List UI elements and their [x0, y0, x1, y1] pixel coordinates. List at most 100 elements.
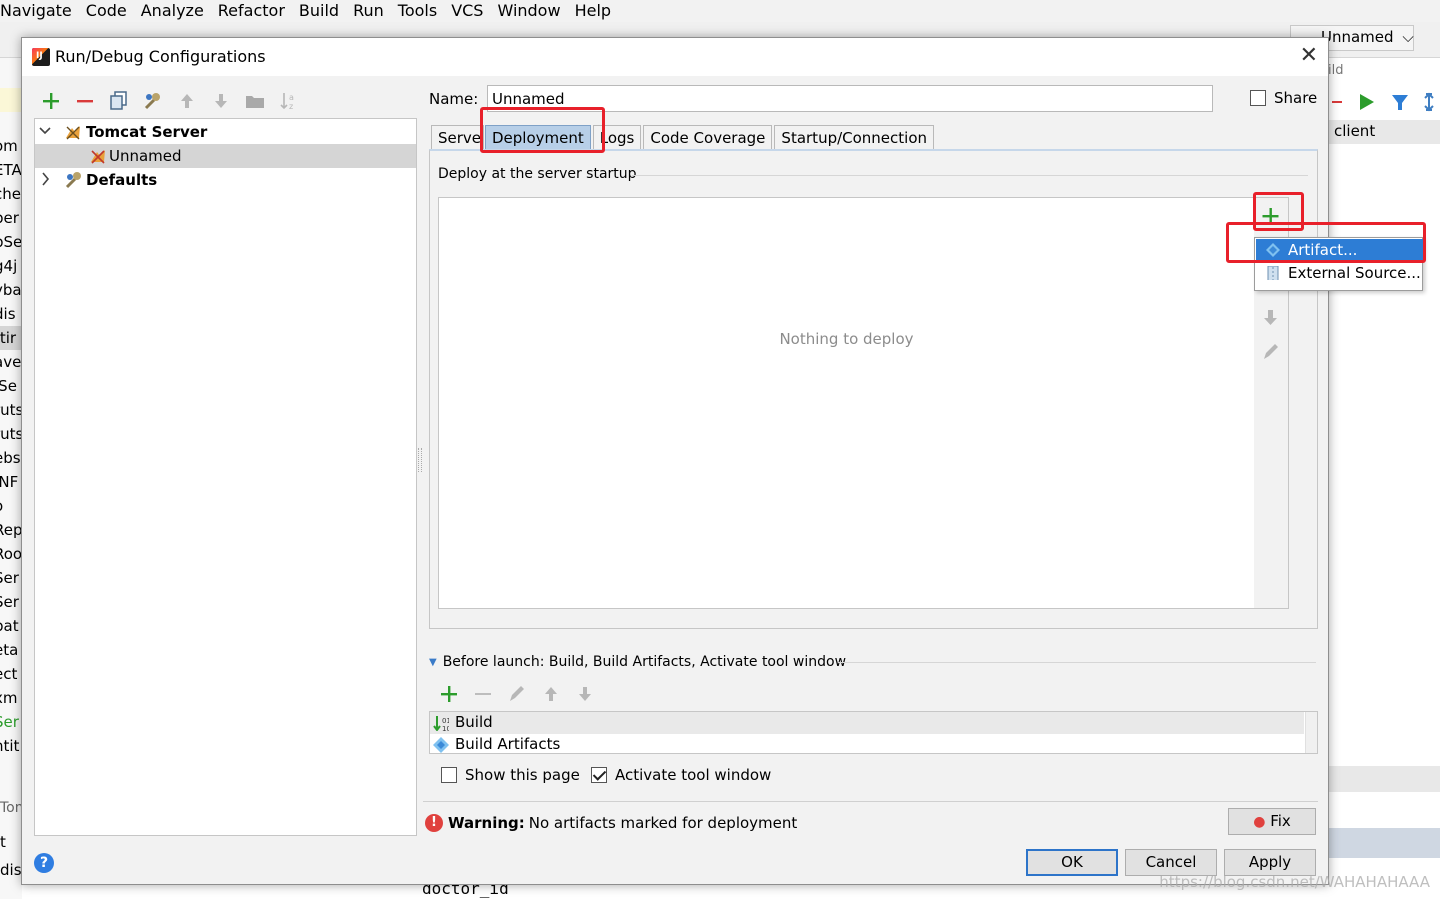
name-input[interactable] [487, 85, 1213, 112]
lightbulb-icon: ● [1253, 814, 1266, 830]
edit-deploy-button[interactable] [1254, 342, 1287, 362]
tab-startup-connection[interactable]: Startup/Connection [774, 125, 935, 150]
menu-item-artifact[interactable]: Artifact... [1256, 239, 1423, 262]
svg-text:01: 01 [442, 717, 449, 725]
tree-item-label: Defaults [86, 171, 158, 189]
menu-item-label: External Source... [1288, 264, 1421, 282]
task-up-button[interactable] [534, 681, 568, 707]
move-down-button[interactable] [1254, 308, 1287, 328]
show-this-page-box[interactable] [441, 767, 457, 783]
tomcat-config-icon [91, 150, 105, 164]
arrow-up-icon [181, 94, 193, 108]
menu-code[interactable]: Code [79, 1, 134, 21]
close-button[interactable]: ✕ [1300, 43, 1318, 68]
add-task-button[interactable] [432, 681, 466, 707]
tab-logs[interactable]: Logs [592, 125, 642, 150]
ide-tree-fragment: ebs [0, 449, 21, 467]
ide-tree-fragment: Rep [0, 521, 22, 539]
tab-deployment[interactable]: Deployment [485, 125, 591, 150]
deploy-group-title: Deploy at the server startup [438, 166, 637, 182]
menu-tools[interactable]: Tools [391, 1, 444, 21]
move-down-button[interactable] [204, 88, 238, 114]
menu-help[interactable]: Help [568, 1, 618, 21]
share-checkbox-box[interactable] [1250, 90, 1266, 106]
help-icon[interactable]: ? [34, 853, 54, 873]
svg-text:z: z [289, 102, 293, 111]
sort-button[interactable]: az [272, 88, 306, 114]
run-config-label: Unnamed [1321, 28, 1394, 46]
ide-tree-fragment: ber [0, 209, 19, 227]
pencil-icon [510, 686, 524, 701]
copy-config-button[interactable] [102, 88, 136, 114]
menu-analyze[interactable]: Analyze [134, 1, 211, 21]
artifact-icon [1266, 243, 1280, 257]
splitter-handle[interactable] [418, 448, 422, 472]
plus-icon [1262, 208, 1279, 224]
list-item-build[interactable]: 0110 Build [430, 712, 1304, 734]
svg-text:a: a [289, 93, 294, 102]
menu-build[interactable]: Build [292, 1, 346, 21]
folder-icon [246, 96, 264, 108]
cancel-button[interactable]: Cancel [1125, 849, 1217, 876]
tree-item-label: Unnamed [109, 147, 182, 165]
ide-tree-fragment: g4j [0, 257, 18, 275]
warning-label: Warning: [448, 814, 525, 832]
ide-tree-fragment: ruts [0, 425, 22, 443]
ide-right-panel: Unnamed ⌵ ild client [1290, 25, 1440, 899]
before-launch-toggle[interactable]: ▼ Before launch: Build, Build Artifacts,… [429, 654, 846, 670]
error-icon: ! [425, 814, 443, 832]
edit-task-button[interactable] [500, 681, 534, 707]
ide-tree-fragment: Ser [0, 713, 19, 731]
tree-item-unnamed[interactable]: Unnamed [35, 144, 416, 168]
tree-item-defaults[interactable]: Defaults [35, 168, 416, 192]
fix-button-label: Fix [1270, 812, 1291, 830]
before-launch-list: 0110 Build Build Artifacts [429, 711, 1318, 754]
ide-tree-fragment: ntit [0, 737, 20, 755]
remove-config-button[interactable] [68, 88, 102, 114]
add-deploy-button[interactable] [1254, 206, 1287, 226]
menu-run[interactable]: Run [346, 1, 391, 21]
ide-tree-fragment: ave [0, 353, 22, 371]
chevron-right-icon[interactable] [39, 170, 51, 188]
deploy-list[interactable]: Nothing to deploy [438, 197, 1255, 609]
ide-tree-fragment: o [0, 494, 9, 518]
ide-tree-fragment: xm [0, 689, 18, 707]
ide-tree-fragment: ect [0, 665, 18, 683]
task-down-button[interactable] [568, 681, 602, 707]
menu-window[interactable]: Window [490, 1, 567, 21]
menu-item-external-source[interactable]: External Source... [1256, 262, 1423, 285]
list-scrollbar[interactable] [1305, 712, 1317, 753]
watermark: https://blog.csdn.net/WAHAHAHAAA [1159, 873, 1430, 891]
copy-icon [110, 91, 127, 110]
ok-button[interactable]: OK [1026, 849, 1118, 876]
chevron-down-icon[interactable] [39, 122, 51, 140]
name-label: Name: [429, 90, 479, 108]
activate-tool-window-label: Activate tool window [615, 766, 772, 784]
remove-task-button[interactable] [466, 681, 500, 707]
list-item-label: Build Artifacts [455, 735, 561, 753]
show-this-page-checkbox[interactable]: Show this page [441, 766, 580, 784]
ide-tree-fragment: Roo [0, 545, 22, 563]
ide-tree-fragment: yba [0, 281, 22, 299]
activate-tool-window-box[interactable] [591, 767, 607, 783]
apply-button[interactable]: Apply [1224, 849, 1316, 876]
activate-tool-window-checkbox[interactable]: Activate tool window [591, 766, 771, 784]
move-up-button[interactable] [170, 88, 204, 114]
tree-item-tomcat-server[interactable]: Tomcat Server [35, 120, 416, 144]
collapse-triangle-icon: ▼ [429, 656, 437, 668]
share-label: Share [1274, 89, 1318, 107]
edit-defaults-button[interactable] [136, 88, 170, 114]
menu-refactor[interactable]: Refactor [211, 1, 292, 21]
menu-navigate[interactable]: Navigate [0, 1, 79, 21]
arrow-down-icon [579, 687, 591, 701]
menu-vcs[interactable]: VCS [444, 1, 490, 21]
tab-code-coverage[interactable]: Code Coverage [643, 125, 773, 150]
share-checkbox[interactable]: Share [1250, 89, 1317, 107]
fix-button[interactable]: ● Fix [1228, 808, 1316, 835]
arrow-down-icon [215, 94, 227, 108]
dialog-titlebar: IJ Run/Debug Configurations ✕ [22, 38, 1328, 76]
list-item-build-artifacts[interactable]: Build Artifacts [430, 734, 1304, 753]
folder-button[interactable] [238, 88, 272, 114]
tab-server[interactable]: Server [431, 125, 484, 150]
add-config-button[interactable] [34, 88, 68, 114]
